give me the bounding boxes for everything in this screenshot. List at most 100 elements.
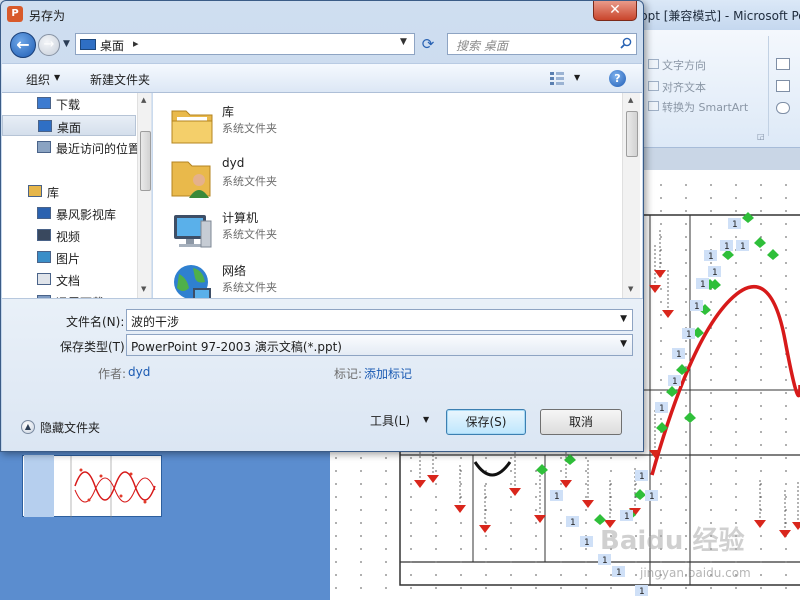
watermark-url: jingyan.baidu.com [640,566,751,580]
value-label: 1 [635,585,648,597]
file-name: 计算机 [222,211,259,225]
navigation-scrollbar[interactable]: ▲ ▼ [137,93,151,298]
new-folder-button[interactable]: 新建文件夹 [90,71,150,88]
sidebar-item-label: 视频 [56,230,81,244]
value-label: 1 [672,348,685,360]
address-dropdown-icon[interactable]: ▼ [400,37,407,47]
sidebar-item[interactable]: 桌面 [2,115,136,136]
scrollbar-thumb[interactable] [140,131,151,191]
forward-button[interactable]: → [38,34,60,56]
search-input[interactable]: 搜索 桌面 [447,33,637,55]
tools-dropdown-icon[interactable]: ▼ [423,415,429,424]
shape-square-icon[interactable] [776,80,790,92]
svg-text:1: 1 [639,472,645,482]
green-marker [767,249,779,260]
scrollbar-thumb[interactable] [626,111,638,157]
search-icon[interactable] [620,37,632,49]
red-marker [754,520,766,528]
watermark: Baidu 经验 [600,526,745,556]
back-button[interactable]: ← [10,32,36,58]
address-location[interactable]: 桌面 [100,37,124,54]
sidebar-item[interactable]: 库 [2,181,136,202]
svg-text:1: 1 [649,492,655,502]
ribbon-convert-smartart[interactable]: 转换为 SmartArt [662,99,748,115]
sidebar-item[interactable]: 视频 [2,225,136,246]
shape-rounded-icon[interactable] [776,102,790,114]
documents-icon [37,273,51,285]
hide-folders-button[interactable]: 隐藏文件夹 [40,419,100,436]
svg-text:1: 1 [639,587,645,597]
text-direction-icon [648,59,659,69]
sidebar-item[interactable]: 图片 [2,247,136,268]
tools-button[interactable]: 工具(L) [370,412,410,429]
file-list-item[interactable]: 计算机 系统文件夹 [169,205,469,257]
filename-dropdown-icon[interactable]: ▼ [620,314,627,324]
green-marker [634,489,646,500]
tags-value[interactable]: 添加标记 [364,365,412,382]
smartart-icon [648,101,659,111]
pictures-icon [37,251,51,263]
red-marker [649,285,661,293]
close-button[interactable]: ✕ [593,1,637,21]
file-list-item[interactable]: 网络 系统文件夹 [169,258,469,298]
sidebar-item[interactable]: 暴风影视库 [2,203,136,224]
cancel-button[interactable]: 取消 [540,409,622,435]
collapse-icon[interactable]: ▲ [21,420,35,434]
red-marker [582,500,594,508]
organize-button[interactable]: 组织 [26,71,50,88]
scroll-down-icon[interactable]: ▼ [141,285,146,293]
green-marker [754,237,766,248]
value-label: 1 [704,250,717,262]
navigation-pane: 下载桌面最近访问的位置库暴风影视库视频图片文档迅雷下载 ▲ ▼ [2,93,152,298]
sidebar-item[interactable]: 文档 [2,269,136,290]
history-dropdown-icon[interactable]: ▼ [63,39,70,49]
red-marker [414,480,426,488]
scroll-up-icon[interactable]: ▲ [141,96,146,104]
views-dropdown-icon[interactable]: ▼ [574,73,580,82]
file-list-item[interactable]: dyd 系统文件夹 [169,152,469,204]
file-name: 库 [222,105,235,119]
sidebar-item-label: 下载 [56,98,81,112]
address-bar[interactable]: 桌面 ▸ ▼ [75,33,415,55]
desktop-icon [38,120,52,132]
filetype-select[interactable]: PowerPoint 97-2003 演示文稿(*.ppt) ▼ [126,334,633,356]
help-button[interactable]: ? [609,70,626,87]
green-marker [742,212,754,223]
scroll-down-icon[interactable]: ▼ [628,285,633,293]
svg-text:1: 1 [676,350,682,360]
value-label: 1 [655,402,668,414]
sidebar-item[interactable]: 最近访问的位置 [2,137,140,158]
file-list: 库系统文件夹 dyd 系统文件夹 计算机 系统文件夹 网络 系统文件夹 ▲ ▼ [153,93,642,298]
filetype-value[interactable]: PowerPoint 97-2003 演示文稿(*.ppt) [131,338,342,355]
scroll-up-icon[interactable]: ▲ [628,96,633,104]
recent-places-icon [37,141,51,153]
svg-text:1: 1 [686,330,692,340]
user-folder-icon [171,161,211,198]
ribbon-align-text[interactable]: 对齐文本 [662,79,706,95]
breadcrumb-arrow-icon[interactable]: ▸ [133,37,139,50]
sidebar-item[interactable]: 迅雷下载 [2,291,136,298]
value-label: 1 [682,328,695,340]
sidebar-item[interactable]: 下载 [2,93,136,114]
ruler-area [640,148,800,170]
red-marker [427,475,439,483]
value-label: 1 [580,536,593,548]
ribbon-separator [768,36,769,136]
filename-value[interactable]: 波的干涉 [131,313,179,330]
views-icon[interactable] [549,71,565,85]
dialog-launcher-icon[interactable]: ◲ [757,132,765,141]
organize-dropdown-icon[interactable]: ▼ [54,73,60,82]
shape-square-icon[interactable] [776,58,790,70]
file-type: 系统文件夹 [222,122,277,135]
value-label: 1 [645,490,658,502]
author-value[interactable]: dyd [128,365,150,379]
ribbon-text-direction[interactable]: 文字方向 [662,57,706,73]
file-list-item[interactable]: 库系统文件夹 [169,99,469,151]
refresh-button[interactable]: ⟳ [417,33,439,55]
save-button[interactable]: 保存(S) [446,409,526,435]
red-marker [792,522,800,530]
filetype-dropdown-icon[interactable]: ▼ [620,339,627,349]
filename-field[interactable]: 波的干涉 ▼ [126,309,633,331]
svg-text:1: 1 [616,568,622,578]
file-list-scrollbar[interactable]: ▲ ▼ [622,93,640,298]
